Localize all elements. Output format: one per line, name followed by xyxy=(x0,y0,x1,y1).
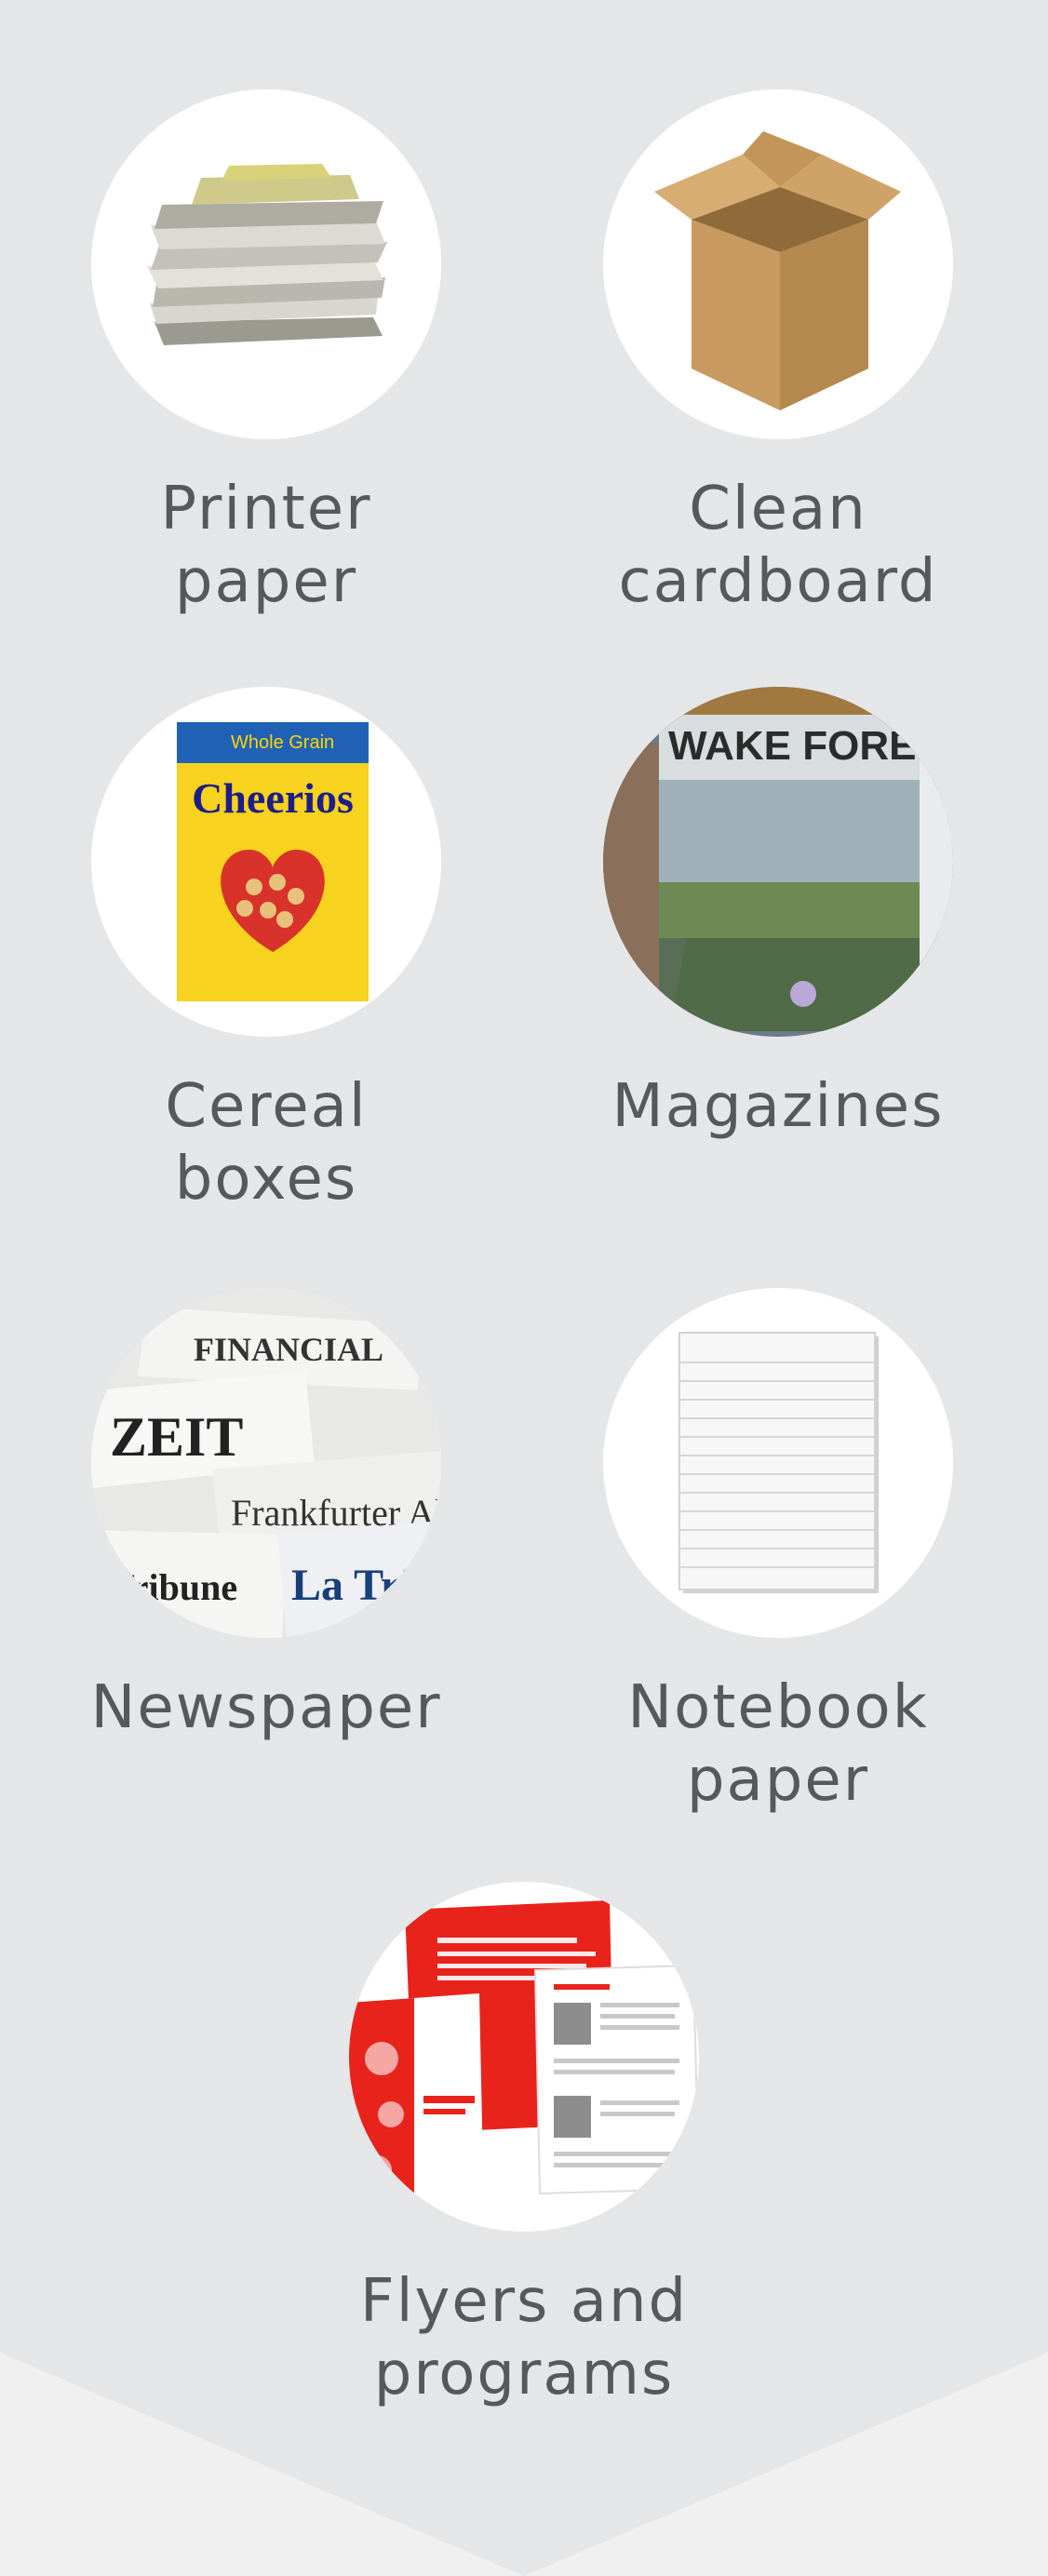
newspaper-headline-4: Tribune xyxy=(110,1566,237,1608)
paper-stack-icon xyxy=(91,89,441,439)
item-notebook-paper: Notebook paper xyxy=(601,1288,955,1817)
item-label: Printer paper xyxy=(160,475,372,616)
notebook-paper-icon xyxy=(603,1288,953,1638)
flyer-icon xyxy=(349,1882,699,2232)
item-label: Newspaper xyxy=(90,1673,442,1742)
item-label: Flyers and programs xyxy=(359,2267,689,2408)
item-label: Magazines xyxy=(611,1072,945,1141)
item-label: Notebook paper xyxy=(627,1673,929,1815)
newspaper-icon: FINANCIAL ZEIT Frankfurter All Tribune L… xyxy=(91,1288,441,1638)
item-printer-paper: Printer paper xyxy=(89,89,443,618)
cereal-box-icon: Whole Grain Cheerios xyxy=(91,687,441,1037)
cereal-brand: Cheerios xyxy=(192,774,354,822)
item-cereal-boxes: Whole Grain Cheerios Cereal boxes xyxy=(89,687,443,1215)
item-label: Cereal boxes xyxy=(165,1072,368,1214)
newspaper-headline-1: FINANCIAL xyxy=(194,1331,383,1368)
item-clean-cardboard: Clean cardboard xyxy=(601,89,955,618)
item-flyers-and-programs: Flyers and programs xyxy=(347,1882,701,2410)
cardboard-box-icon xyxy=(603,89,953,439)
item-label: Clean cardboard xyxy=(618,475,938,616)
newspaper-headline-2: ZEIT xyxy=(110,1406,243,1468)
item-newspaper: FINANCIAL ZEIT Frankfurter All Tribune L… xyxy=(89,1288,443,1744)
item-magazines: WAKE FOREST Magazines xyxy=(601,687,955,1143)
cereal-badge: Whole Grain xyxy=(231,732,334,753)
newspaper-headline-5: La Tri xyxy=(291,1561,412,1610)
magazine-title: WAKE FOREST xyxy=(668,723,953,769)
magazine-icon: WAKE FOREST xyxy=(603,687,953,1037)
